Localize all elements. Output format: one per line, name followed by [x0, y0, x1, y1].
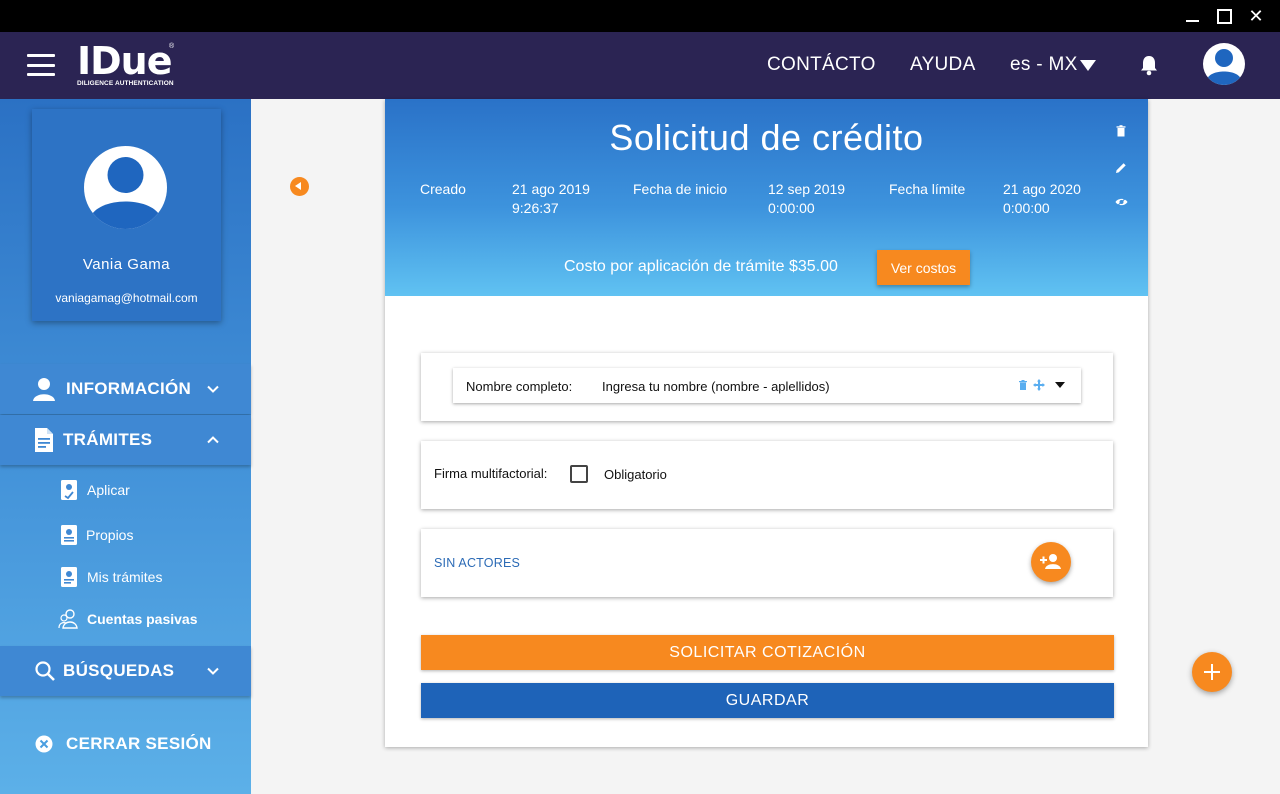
logo-registered-mark: ®: [169, 43, 175, 50]
created-label: Creado: [420, 181, 466, 197]
sidebar-item-busquedas[interactable]: BÚSQUEDAS: [0, 646, 251, 696]
obligatorio-checkbox[interactable]: [570, 465, 588, 483]
caret-down-icon[interactable]: [1055, 382, 1065, 388]
close-circle-icon: [35, 735, 53, 753]
profile-card: Vania Gama vaniagamag@hotmail.com: [32, 109, 221, 321]
profile-email: vaniagamag@hotmail.com: [55, 291, 198, 305]
start-time: 0:00:00: [768, 200, 815, 216]
profile-avatar-icon: [90, 157, 161, 229]
field-actions: [1019, 379, 1065, 391]
limit-time: 0:00:00: [1003, 200, 1050, 216]
start-date-value: 12 sep 2019 0:00:00: [768, 180, 845, 218]
nombre-placeholder: Ingresa tu nombre (nombre - aplellidos): [602, 379, 830, 394]
cost-text: Costo por aplicación de trámite $35.00: [564, 258, 838, 275]
sidebar-subitem-cuentas-pasivas[interactable]: Cuentas pasivas: [0, 602, 251, 638]
ver-costos-button[interactable]: Ver costos: [877, 250, 970, 285]
hamburger-menu-icon[interactable]: [27, 54, 55, 76]
caret-down-icon: [1079, 59, 1096, 71]
firma-section: Firma multifactorial: Obligatorio: [421, 441, 1113, 509]
minimize-button[interactable]: [1182, 6, 1202, 26]
user-avatar[interactable]: [1203, 43, 1245, 85]
sidebar-item-tramites[interactable]: TRÁMITES: [0, 415, 251, 465]
search-icon: [35, 661, 55, 681]
sidebar-item-label: BÚSQUEDAS: [63, 661, 175, 680]
user-avatar-icon: [1207, 49, 1241, 85]
firma-label: Firma multifactorial:: [434, 466, 548, 481]
limit-date-value: 21 ago 2020 0:00:00: [1003, 180, 1081, 218]
chevron-up-icon: [207, 436, 219, 444]
sidebar-subitem-mis-tramites[interactable]: Mis trámites: [0, 560, 251, 596]
trash-icon[interactable]: [1019, 380, 1027, 390]
created-date: 21 ago 2019: [512, 181, 590, 197]
sidebar-item-label: INFORMACIÓN: [66, 379, 192, 398]
profile-avatar: [84, 146, 167, 229]
sin-actores-text: SIN ACTORES: [434, 556, 521, 570]
nav-ayuda-link[interactable]: AYUDA: [910, 54, 976, 76]
nombre-field[interactable]: Nombre completo: Ingresa tu nombre (nomb…: [453, 368, 1081, 403]
eye-off-icon[interactable]: [1115, 197, 1128, 207]
sidebar-subitem-aplicar[interactable]: Aplicar: [0, 473, 251, 509]
document-icon: [35, 428, 53, 452]
start-date: 12 sep 2019: [768, 181, 846, 197]
sidebar-subitem-label: Cuentas pasivas: [87, 611, 198, 627]
add-actor-button[interactable]: [1031, 542, 1071, 582]
language-label: es - MX: [1010, 54, 1078, 75]
move-icon[interactable]: [1033, 379, 1045, 391]
user-icon: [33, 378, 55, 401]
back-arrow-icon[interactable]: [290, 177, 309, 196]
page-title: Solicitud de crédito: [609, 117, 924, 158]
profile-name: Vania Gama: [82, 256, 171, 273]
nombre-section: Nombre completo: Ingresa tu nombre (nomb…: [421, 353, 1113, 421]
guardar-button[interactable]: GUARDAR: [421, 683, 1114, 718]
sidebar-subitem-label: Mis trámites: [87, 569, 163, 585]
limit-date: 21 ago 2020: [1003, 181, 1081, 197]
window-titlebar: ✕: [0, 0, 1280, 32]
sidebar-item-informacion[interactable]: INFORMACIÓN: [0, 364, 251, 414]
add-fab-button[interactable]: [1192, 652, 1232, 692]
sidebar-subitem-label: Propios: [86, 527, 134, 543]
nombre-label: Nombre completo:: [466, 379, 573, 394]
sidebar-subitem-propios[interactable]: Propios: [0, 518, 251, 554]
language-selector[interactable]: es - MX: [1010, 54, 1096, 76]
chevron-down-icon: [207, 385, 219, 393]
id-card-check-icon: [61, 480, 77, 500]
top-navbar: IDue DILIGENCE AUTHENTICATION ® CONTÁCTO…: [0, 32, 1280, 99]
limit-date-label: Fecha límite: [889, 181, 966, 197]
logout-label: CERRAR SESIÓN: [66, 734, 212, 753]
request-card: Solicitud de crédito Creado 21 ago 2019 …: [385, 99, 1148, 747]
logo-tagline: DILIGENCE AUTHENTICATION: [77, 80, 174, 87]
solicitar-cotizacion-button[interactable]: SOLICITAR COTIZACIÓN: [421, 635, 1114, 670]
sidebar: Vania Gama vaniagamag@hotmail.com INFORM…: [0, 99, 251, 794]
sidebar-item-label: TRÁMITES: [63, 430, 153, 449]
start-date-label: Fecha de inicio: [633, 181, 728, 197]
close-button[interactable]: ✕: [1246, 6, 1266, 26]
id-card-icon: [61, 525, 77, 545]
logo-wordmark: IDue: [77, 39, 173, 83]
logout-button[interactable]: CERRAR SESIÓN: [0, 719, 251, 769]
idue-logo: IDue DILIGENCE AUTHENTICATION ®: [77, 41, 174, 87]
trash-icon[interactable]: [1115, 125, 1127, 137]
chevron-down-icon: [207, 667, 219, 675]
sidebar-subitem-label: Aplicar: [87, 482, 130, 498]
obligatorio-label: Obligatorio: [604, 467, 667, 482]
nav-contacto-link[interactable]: CONTÁCTO: [767, 54, 876, 76]
card-header: Solicitud de crédito Creado 21 ago 2019 …: [385, 99, 1148, 296]
users-outline-icon: [58, 609, 78, 629]
maximize-button[interactable]: [1214, 6, 1234, 26]
person-add-icon: [1040, 554, 1061, 569]
created-time: 9:26:37: [512, 200, 559, 216]
pencil-icon[interactable]: [1115, 162, 1127, 174]
bell-icon[interactable]: [1139, 54, 1159, 76]
created-value: 21 ago 2019 9:26:37: [512, 180, 590, 218]
id-card-search-icon: [61, 567, 77, 587]
actores-section: SIN ACTORES: [421, 529, 1113, 597]
